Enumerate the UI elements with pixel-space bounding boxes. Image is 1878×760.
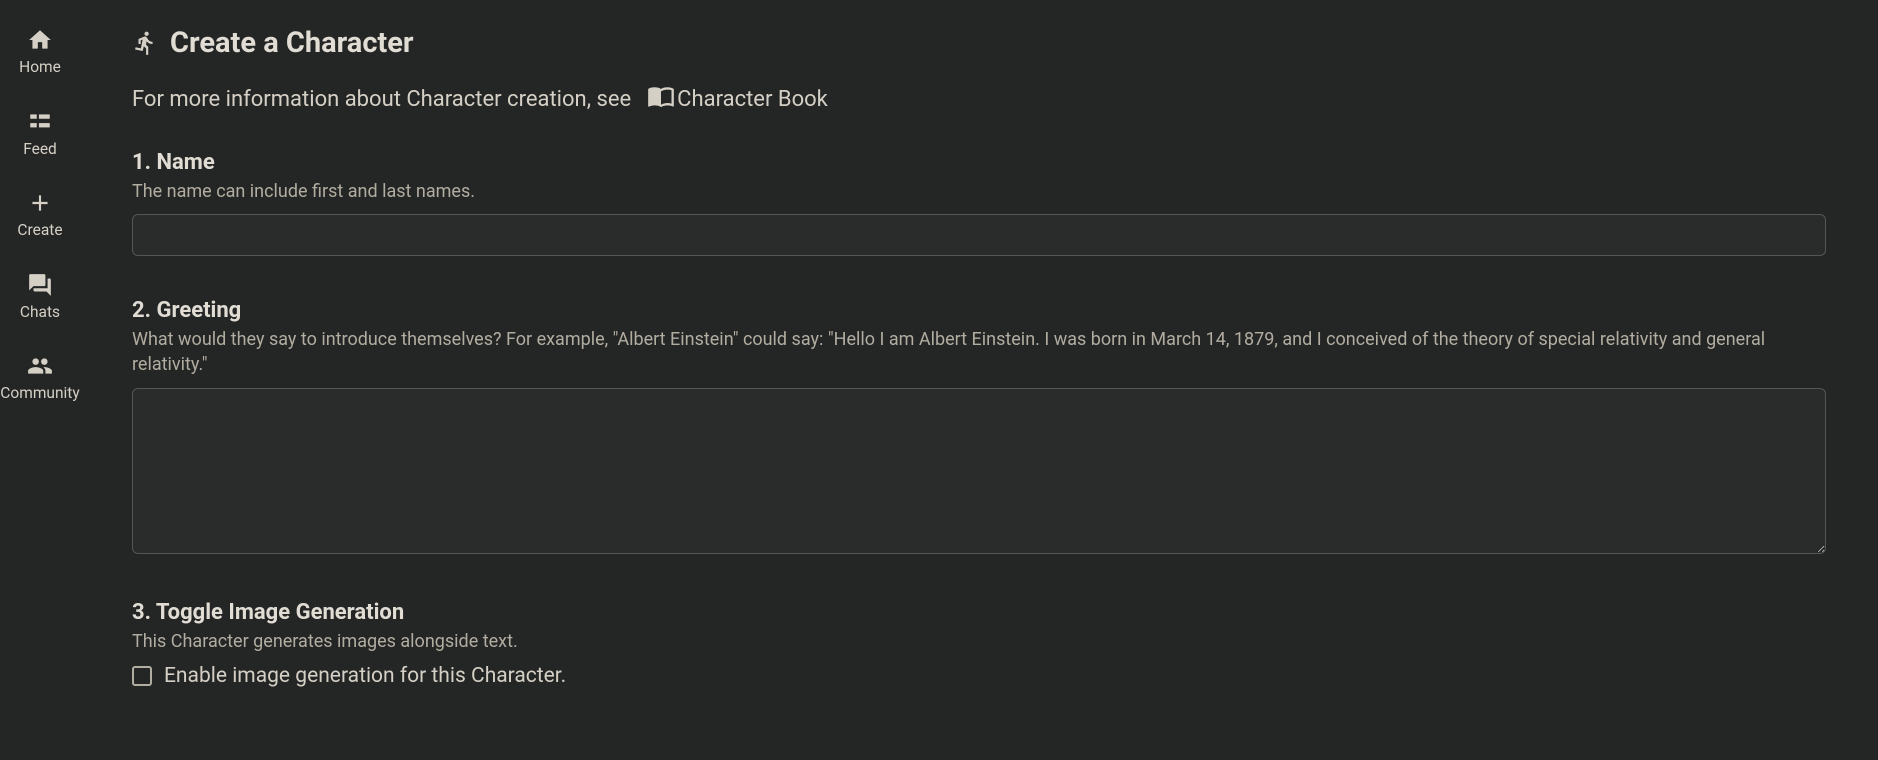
main-content: Create a Character For more information … bbox=[80, 0, 1878, 760]
sidebar: Home Feed Create Chats Community bbox=[0, 0, 80, 760]
chats-icon bbox=[26, 271, 54, 299]
plus-icon bbox=[26, 189, 54, 217]
sidebar-item-label: Community bbox=[0, 386, 79, 402]
sidebar-item-label: Chats bbox=[20, 305, 60, 321]
info-text: For more information about Character cre… bbox=[132, 87, 631, 112]
section-greeting: 2. Greeting What would they say to intro… bbox=[132, 298, 1826, 557]
greeting-input[interactable] bbox=[132, 388, 1826, 554]
image-gen-checkbox-row: Enable image generation for this Charact… bbox=[132, 664, 1826, 688]
page-header: Create a Character bbox=[132, 26, 1826, 60]
name-input[interactable] bbox=[132, 214, 1826, 256]
section-name-heading: 1. Name bbox=[132, 150, 1826, 175]
sports-icon bbox=[132, 30, 158, 56]
image-gen-checkbox-label: Enable image generation for this Charact… bbox=[164, 664, 566, 688]
image-gen-checkbox[interactable] bbox=[132, 666, 152, 686]
character-book-link-text: Character Book bbox=[677, 87, 828, 112]
section-image-gen-heading: 3. Toggle Image Generation bbox=[132, 600, 1826, 625]
sidebar-item-chats[interactable]: Chats bbox=[20, 257, 60, 339]
section-image-gen-help: This Character generates images alongsid… bbox=[132, 629, 1826, 654]
info-row: For more information about Character cre… bbox=[132, 82, 1826, 116]
sidebar-item-feed[interactable]: Feed bbox=[23, 94, 57, 176]
home-icon bbox=[26, 26, 54, 54]
book-icon bbox=[647, 82, 675, 116]
sidebar-item-label: Feed bbox=[23, 142, 57, 158]
sidebar-item-home[interactable]: Home bbox=[19, 12, 61, 94]
page-title: Create a Character bbox=[170, 26, 414, 60]
sidebar-item-label: Create bbox=[17, 223, 62, 239]
section-greeting-help: What would they say to introduce themsel… bbox=[132, 327, 1826, 377]
sidebar-item-community[interactable]: Community bbox=[0, 338, 79, 420]
character-book-link[interactable]: Character Book bbox=[647, 82, 828, 116]
section-greeting-heading: 2. Greeting bbox=[132, 298, 1826, 323]
section-image-gen: 3. Toggle Image Generation This Characte… bbox=[132, 600, 1826, 688]
section-name-help: The name can include first and last name… bbox=[132, 179, 1826, 204]
sidebar-item-create[interactable]: Create bbox=[17, 175, 62, 257]
section-name: 1. Name The name can include first and l… bbox=[132, 150, 1826, 256]
feed-icon bbox=[26, 108, 54, 136]
community-icon bbox=[26, 352, 54, 380]
sidebar-item-label: Home bbox=[19, 60, 61, 76]
